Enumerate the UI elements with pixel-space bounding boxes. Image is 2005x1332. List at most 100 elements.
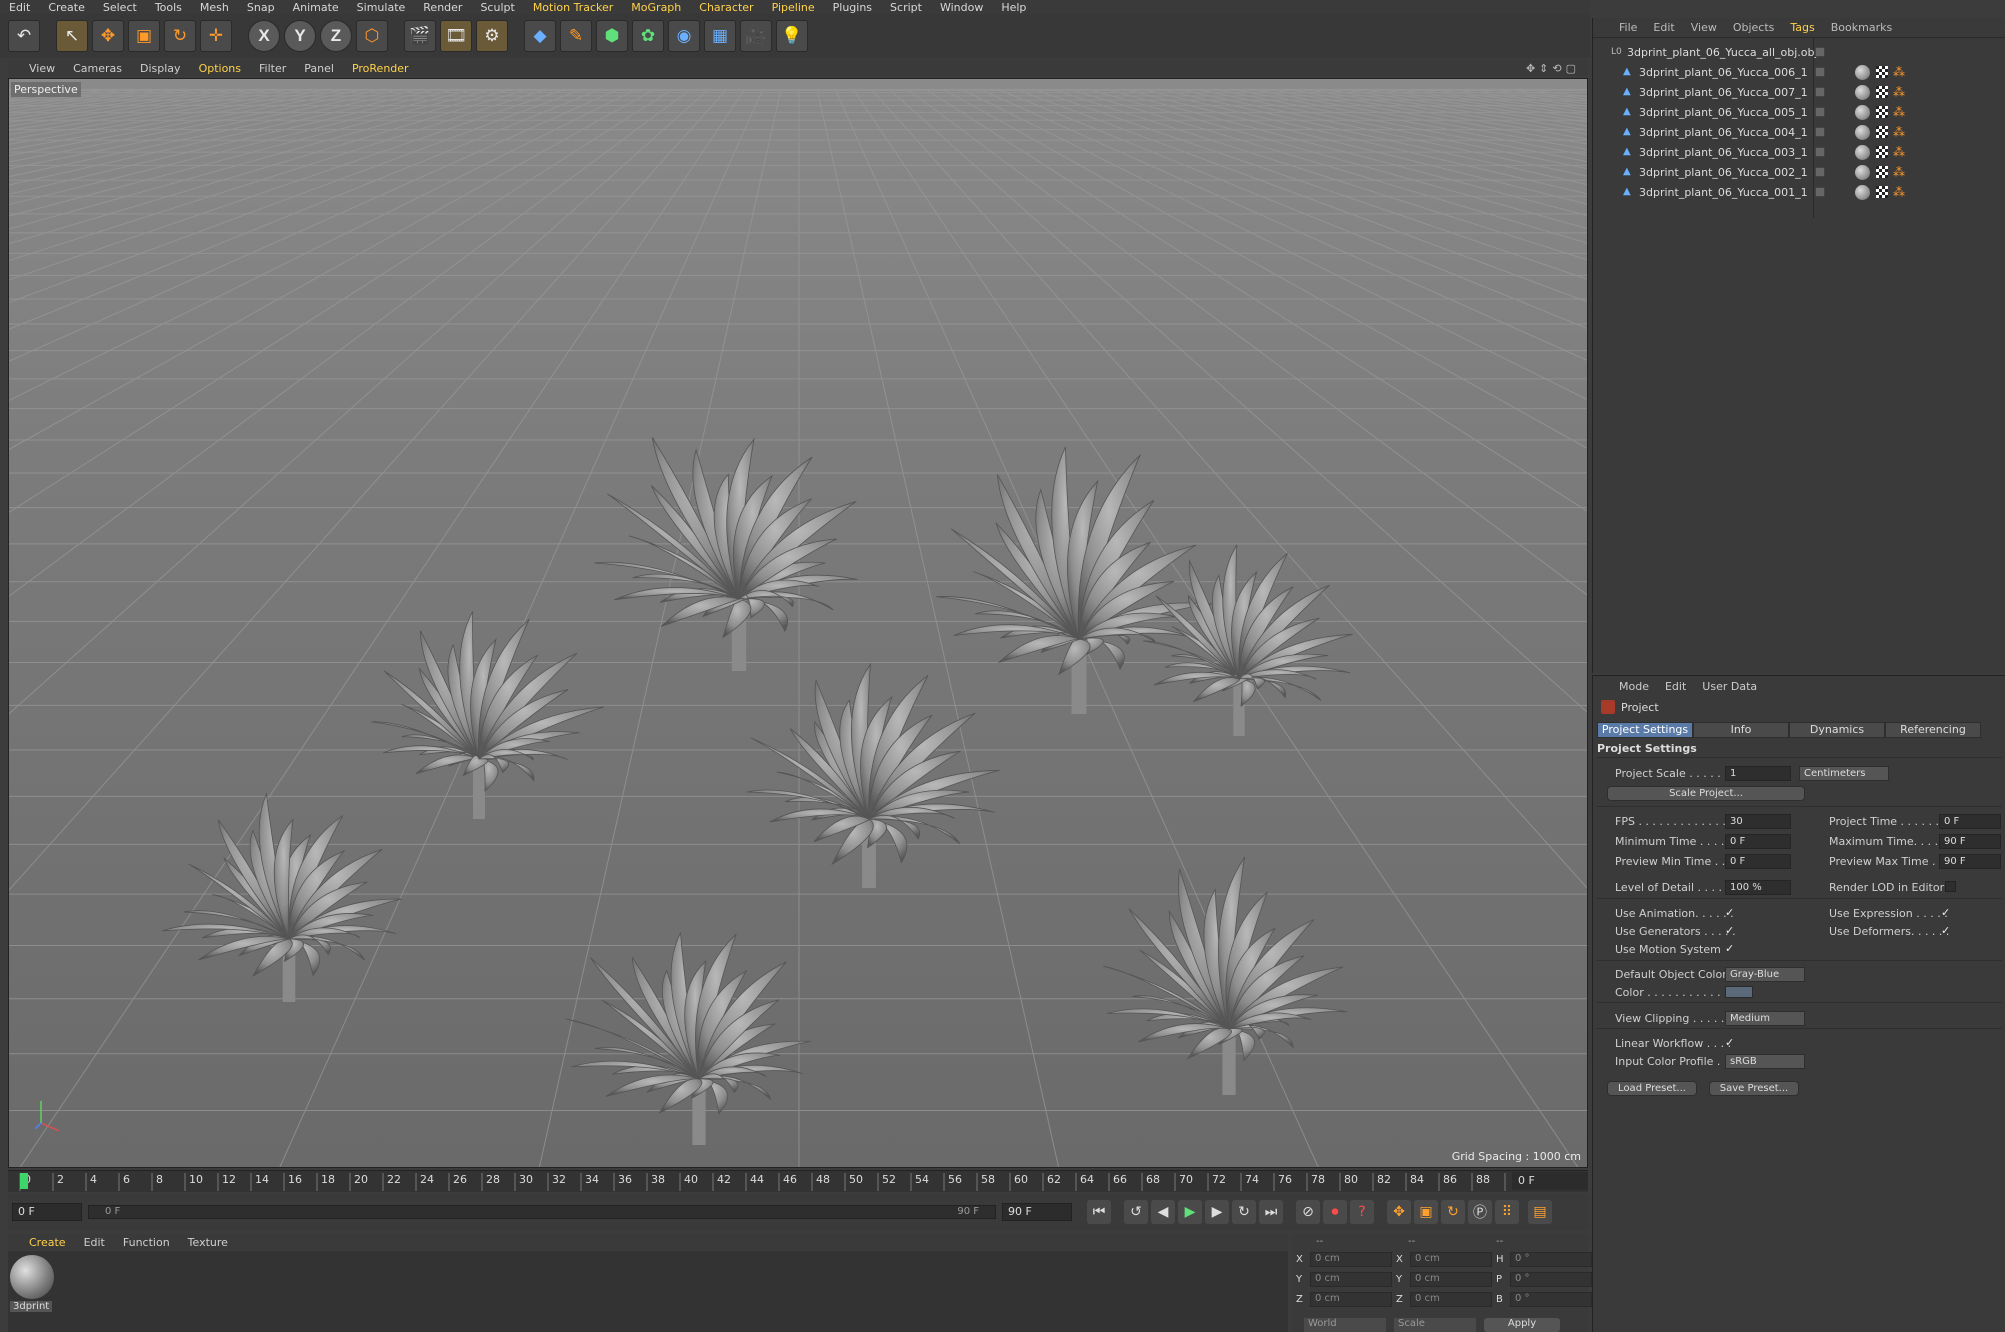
- render-view-icon[interactable]: 🎬: [404, 20, 436, 52]
- transform-icon[interactable]: ✛: [200, 20, 232, 52]
- object-name[interactable]: 3dprint_plant_06_Yucca_003_1: [1639, 146, 1808, 159]
- key-pla-icon[interactable]: ⠿: [1495, 1200, 1519, 1224]
- rotate-icon[interactable]: ↻: [164, 20, 196, 52]
- yucca-plant[interactable]: [1142, 544, 1353, 736]
- viewport-menu-options[interactable]: Options: [190, 62, 250, 75]
- object-name[interactable]: 3dprint_plant_06_Yucca_all_obj.obj: [1627, 46, 1818, 59]
- current-frame-field[interactable]: 0 F: [1512, 1172, 1588, 1190]
- object-row[interactable]: ▲ 3dprint_plant_06_Yucca_001_1 ⁂: [1593, 182, 2005, 202]
- material-menu-texture[interactable]: Texture: [179, 1236, 237, 1249]
- default-object-color-dropdown[interactable]: Gray-Blue: [1725, 967, 1805, 982]
- menu-pipeline[interactable]: Pipeline: [763, 1, 824, 14]
- phong-tag-icon[interactable]: ⁂: [1893, 186, 1905, 198]
- texture-tag-icon[interactable]: [1876, 86, 1888, 98]
- viewport-menu-prorender[interactable]: ProRender: [343, 62, 418, 75]
- object-row[interactable]: ▲ 3dprint_plant_06_Yucca_007_1 ⁂: [1593, 82, 2005, 102]
- object-row[interactable]: ▲ 3dprint_plant_06_Yucca_005_1 ⁂: [1593, 102, 2005, 122]
- menu-create[interactable]: Create: [39, 1, 94, 14]
- coord-size-dropdown[interactable]: Scale: [1394, 1318, 1476, 1332]
- maximum-time-field[interactable]: 90 F: [1939, 834, 2001, 849]
- coord-field[interactable]: 0 cm: [1410, 1292, 1492, 1307]
- object-name[interactable]: 3dprint_plant_06_Yucca_006_1: [1639, 66, 1808, 79]
- camera-label[interactable]: Perspective: [11, 82, 81, 97]
- tab-info[interactable]: Info: [1693, 722, 1789, 738]
- pen-icon[interactable]: ✎: [560, 20, 592, 52]
- menu-plugins[interactable]: Plugins: [824, 1, 881, 14]
- menu-animate[interactable]: Animate: [284, 1, 348, 14]
- coord-field[interactable]: 0 °: [1510, 1272, 1592, 1287]
- phong-tag-icon[interactable]: ⁂: [1893, 86, 1905, 98]
- end-frame-field[interactable]: 90 F: [1002, 1203, 1072, 1221]
- scale-unit-dropdown[interactable]: Centimeters: [1799, 766, 1889, 781]
- coord-field[interactable]: 0 cm: [1310, 1292, 1392, 1307]
- minimum-time-field[interactable]: 0 F: [1725, 834, 1791, 849]
- autokey-icon[interactable]: ?: [1350, 1200, 1374, 1224]
- object-name[interactable]: 3dprint_plant_06_Yucca_005_1: [1639, 106, 1808, 119]
- material-tag-icon[interactable]: [1855, 144, 1870, 160]
- yucca-plant[interactable]: [371, 611, 605, 819]
- viewport-navigation-icons[interactable]: ✥⇕⟲▢: [1526, 62, 1580, 75]
- play-icon[interactable]: ▶: [1178, 1200, 1202, 1224]
- object-root-row[interactable]: L0 3dprint_plant_06_Yucca_all_obj.obj: [1593, 42, 2005, 62]
- menu-tools[interactable]: Tools: [146, 1, 191, 14]
- previous-frame-icon[interactable]: ◀: [1151, 1200, 1175, 1224]
- visibility-toggle-icon[interactable]: [1815, 187, 1825, 197]
- fps-field[interactable]: 30: [1725, 814, 1791, 829]
- preview-max-field[interactable]: 90 F: [1939, 854, 2001, 869]
- material-menu-create[interactable]: Create: [20, 1236, 75, 1249]
- texture-tag-icon[interactable]: [1876, 186, 1888, 198]
- menu-simulate[interactable]: Simulate: [348, 1, 415, 14]
- menu-help[interactable]: Help: [992, 1, 1035, 14]
- next-key-icon[interactable]: ↻: [1232, 1200, 1256, 1224]
- phong-tag-icon[interactable]: ⁂: [1893, 106, 1905, 118]
- coord-mode-dropdown[interactable]: World: [1304, 1318, 1386, 1332]
- key-parameter-icon[interactable]: Ⓟ: [1468, 1200, 1492, 1224]
- go-to-start-icon[interactable]: ⏮: [1087, 1200, 1111, 1224]
- tab-referencing[interactable]: Referencing: [1885, 722, 1981, 738]
- world-coordinates-icon[interactable]: ⬡: [356, 20, 388, 52]
- menu-snap[interactable]: Snap: [238, 1, 284, 14]
- cube-icon[interactable]: ◆: [524, 20, 556, 52]
- phong-tag-icon[interactable]: ⁂: [1893, 166, 1905, 178]
- visibility-toggle-icon[interactable]: [1815, 147, 1825, 157]
- yucca-plant[interactable]: [936, 446, 1213, 714]
- scale-icon[interactable]: ▣: [128, 20, 160, 52]
- material-tag-icon[interactable]: [1855, 84, 1870, 100]
- attribute-menu-mode[interactable]: Mode: [1611, 680, 1657, 693]
- start-frame-field[interactable]: 0 F: [12, 1203, 82, 1221]
- deformer-icon[interactable]: ◉: [668, 20, 700, 52]
- yucca-plant[interactable]: [161, 792, 403, 1002]
- viewport-menu-panel[interactable]: Panel: [295, 62, 343, 75]
- render-picture-viewer-icon[interactable]: 🎞: [440, 20, 472, 52]
- texture-tag-icon[interactable]: [1876, 146, 1888, 158]
- scale-project-button[interactable]: Scale Project...: [1607, 786, 1805, 801]
- save-preset-button[interactable]: Save Preset...: [1709, 1081, 1799, 1096]
- coord-field[interactable]: 0 cm: [1310, 1272, 1392, 1287]
- use-deformers-checkbox[interactable]: ✓: [1941, 925, 1952, 936]
- undo-icon[interactable]: ↶: [8, 20, 40, 52]
- object-row[interactable]: ▲ 3dprint_plant_06_Yucca_004_1 ⁂: [1593, 122, 2005, 142]
- light-icon[interactable]: 💡: [776, 20, 808, 52]
- material-tag-icon[interactable]: [1855, 64, 1870, 80]
- yucca-plant[interactable]: [746, 662, 1000, 888]
- material-menu-edit[interactable]: Edit: [75, 1236, 114, 1249]
- coord-field[interactable]: 0 °: [1510, 1252, 1592, 1267]
- next-frame-icon[interactable]: ▶: [1205, 1200, 1229, 1224]
- viewport-menu-cameras[interactable]: Cameras: [64, 62, 131, 75]
- material-preview[interactable]: [10, 1255, 54, 1299]
- object-menu-edit[interactable]: Edit: [1645, 21, 1682, 34]
- yucca-plant[interactable]: [1103, 856, 1348, 1095]
- key-position-icon[interactable]: ✥: [1387, 1200, 1411, 1224]
- cloner-icon[interactable]: ✿: [632, 20, 664, 52]
- menu-mesh[interactable]: Mesh: [191, 1, 238, 14]
- object-menu-tags[interactable]: Tags: [1782, 21, 1822, 34]
- material-tag-icon[interactable]: [1855, 184, 1870, 200]
- tab-project-settings[interactable]: Project Settings: [1597, 722, 1693, 738]
- menu-character[interactable]: Character: [690, 1, 762, 14]
- menu-motion-tracker[interactable]: Motion Tracker: [524, 1, 622, 14]
- timeline-ruler[interactable]: 0246810121416182022242628303234363840424…: [8, 1170, 1588, 1192]
- move-icon[interactable]: ✥: [92, 20, 124, 52]
- playhead-marker[interactable]: [20, 1173, 28, 1189]
- floor-icon[interactable]: ▦: [704, 20, 736, 52]
- perspective-viewport[interactable]: Perspective Grid Spacing : 1000 cm: [8, 78, 1588, 1168]
